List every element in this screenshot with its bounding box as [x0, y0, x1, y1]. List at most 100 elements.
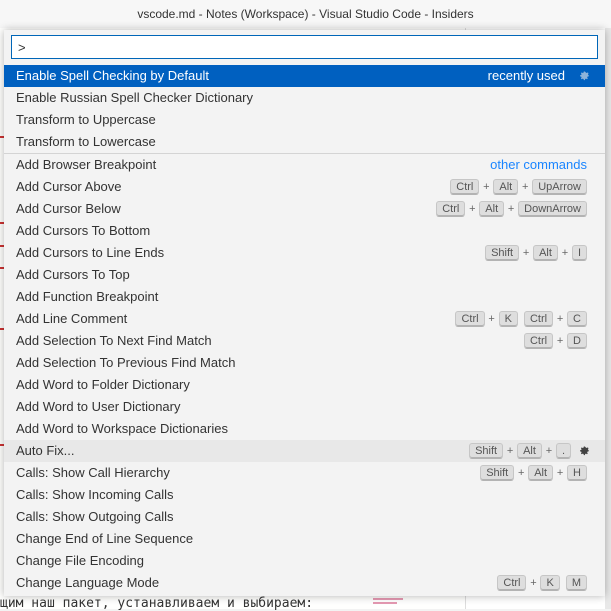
- key-separator: +: [521, 181, 529, 193]
- command-meta: Shift + Alt + I: [485, 242, 587, 264]
- command-palette: Enable Spell Checking by Default recently…: [4, 30, 605, 596]
- key-separator: +: [556, 313, 564, 325]
- command-item[interactable]: Add Cursors to Line Ends Shift + Alt + I: [4, 242, 605, 264]
- key-separator: +: [530, 577, 537, 589]
- command-meta: recently used: [488, 65, 591, 87]
- command-item[interactable]: Transform to Lowercase: [4, 131, 605, 153]
- command-label: Calls: Show Incoming Calls: [16, 487, 174, 502]
- keybinding-key: Alt: [533, 245, 558, 261]
- command-label: Enable Russian Spell Checker Dictionary: [16, 90, 254, 105]
- command-palette-input-box[interactable]: [11, 35, 598, 59]
- command-label: Calls: Show Call Hierarchy: [16, 465, 170, 480]
- command-item[interactable]: Change End of Line Sequence: [4, 528, 605, 550]
- command-item[interactable]: Auto Fix... Shift + Alt +.: [4, 440, 605, 462]
- command-item[interactable]: Add Cursor Below Ctrl + Alt + DownArrow: [4, 198, 605, 220]
- command-meta: Shift + Alt + H: [480, 462, 587, 484]
- command-item[interactable]: Add Line Comment Ctrl + K Ctrl + C: [4, 308, 605, 330]
- keybinding-key: Ctrl: [455, 311, 485, 327]
- command-item[interactable]: Enable Spell Checking by Default recently…: [4, 65, 605, 87]
- command-item[interactable]: Add Word to Folder Dictionary: [4, 374, 605, 396]
- key-separator: +: [469, 203, 476, 215]
- configure-keybinding-gear-icon[interactable]: [577, 444, 591, 458]
- key-separator: +: [517, 467, 525, 479]
- keybinding-key: I: [571, 245, 587, 261]
- keybinding-key: DownArrow: [518, 201, 587, 217]
- command-item[interactable]: Add Cursors To Bottom: [4, 220, 605, 242]
- command-palette-input[interactable]: [12, 36, 597, 58]
- key-separator: +: [488, 313, 495, 325]
- command-label: Add Word to Folder Dictionary: [16, 377, 190, 392]
- key-separator: +: [545, 445, 553, 457]
- command-item[interactable]: Add Browser Breakpoint other commands: [4, 153, 605, 176]
- key-separator: +: [561, 247, 569, 259]
- command-label: Add Cursor Above: [16, 179, 122, 194]
- keybinding-key: Ctrl: [497, 575, 527, 591]
- command-item[interactable]: Add Function Breakpoint: [4, 286, 605, 308]
- keybinding-key: UpArrow: [532, 179, 587, 195]
- command-meta: Ctrl + Alt + UpArrow: [450, 176, 587, 198]
- command-item[interactable]: Calls: Show Incoming Calls: [4, 484, 605, 506]
- command-label: Add Function Breakpoint: [16, 289, 159, 304]
- key-separator: +: [556, 467, 564, 479]
- command-list: Enable Spell Checking by Default recently…: [4, 65, 605, 594]
- key-separator: +: [522, 247, 530, 259]
- window-title: vscode.md - Notes (Workspace) - Visual S…: [0, 0, 611, 28]
- command-label: Add Selection To Next Find Match: [16, 333, 212, 348]
- keybinding-key: Ctrl: [450, 179, 480, 195]
- keybinding-key: H: [567, 465, 587, 481]
- command-label: Calls: Show Outgoing Calls: [16, 509, 174, 524]
- command-label: Add Selection To Previous Find Match: [16, 355, 236, 370]
- command-label: Add Cursors To Top: [16, 267, 130, 282]
- command-item[interactable]: Add Cursor Above Ctrl + Alt + UpArrow: [4, 176, 605, 198]
- keybinding-key: Alt: [479, 201, 505, 217]
- keybinding-key: D: [567, 333, 587, 349]
- command-item[interactable]: Transform to Uppercase: [4, 109, 605, 131]
- keybinding-key: Shift: [485, 245, 520, 261]
- command-label: Add Word to User Dictionary: [16, 399, 181, 414]
- editor-scrollbar[interactable]: [605, 28, 611, 609]
- command-label: Change End of Line Sequence: [16, 531, 194, 546]
- configure-keybinding-gear-icon[interactable]: [577, 69, 591, 83]
- keybinding-key: Alt: [528, 465, 554, 481]
- command-item[interactable]: Change File Encoding: [4, 550, 605, 572]
- command-item[interactable]: Change Language Mode Ctrl + K M: [4, 572, 605, 594]
- keybinding-key: Shift: [469, 443, 504, 459]
- command-item[interactable]: Add Cursors To Top: [4, 264, 605, 286]
- key-separator: +: [507, 203, 515, 215]
- keybinding-key: K: [540, 575, 560, 591]
- command-label: Change File Encoding: [16, 553, 144, 568]
- command-label: Add Line Comment: [16, 311, 128, 326]
- keybinding-key: Alt: [493, 179, 519, 195]
- command-meta: Ctrl + D: [523, 330, 587, 352]
- command-label: Add Word to Workspace Dictionaries: [16, 421, 228, 436]
- command-item[interactable]: Calls: Show Call Hierarchy Shift + Alt + H: [4, 462, 605, 484]
- command-label: Add Browser Breakpoint: [16, 157, 157, 172]
- command-item[interactable]: Add Word to Workspace Dictionaries: [4, 418, 605, 440]
- keybinding-key: K: [498, 311, 518, 327]
- command-item[interactable]: Add Selection To Next Find Match Ctrl + D: [4, 330, 605, 352]
- keybinding-key: Alt: [517, 443, 542, 459]
- command-item[interactable]: Add Selection To Previous Find Match: [4, 352, 605, 374]
- keybinding-key: Shift: [480, 465, 515, 481]
- keybinding-key: Ctrl: [436, 201, 466, 217]
- keybinding-key: C: [567, 311, 587, 327]
- command-meta: Ctrl + Alt + DownArrow: [436, 198, 587, 220]
- minimap[interactable]: [373, 598, 413, 606]
- command-label: Change Language Mode: [16, 575, 160, 590]
- key-separator: +: [483, 181, 490, 193]
- command-meta: other commands: [490, 154, 587, 176]
- command-label: Add Cursors to Line Ends: [16, 245, 165, 260]
- keybinding-key: Ctrl: [523, 311, 554, 327]
- command-item[interactable]: Add Word to User Dictionary: [4, 396, 605, 418]
- recently-used-tag: recently used: [487, 68, 565, 83]
- keybinding-key: Ctrl: [523, 333, 554, 349]
- other-commands-label: other commands: [490, 157, 587, 172]
- command-item[interactable]: Enable Russian Spell Checker Dictionary: [4, 87, 605, 109]
- command-meta: Ctrl + K Ctrl + C: [455, 308, 587, 330]
- keybinding-key: .: [555, 443, 571, 459]
- command-label: Transform to Lowercase: [16, 134, 156, 149]
- command-label: Add Cursor Below: [16, 201, 121, 216]
- command-item[interactable]: Calls: Show Outgoing Calls: [4, 506, 605, 528]
- command-label: Enable Spell Checking by Default: [16, 68, 209, 83]
- keybinding-key: M: [565, 575, 587, 591]
